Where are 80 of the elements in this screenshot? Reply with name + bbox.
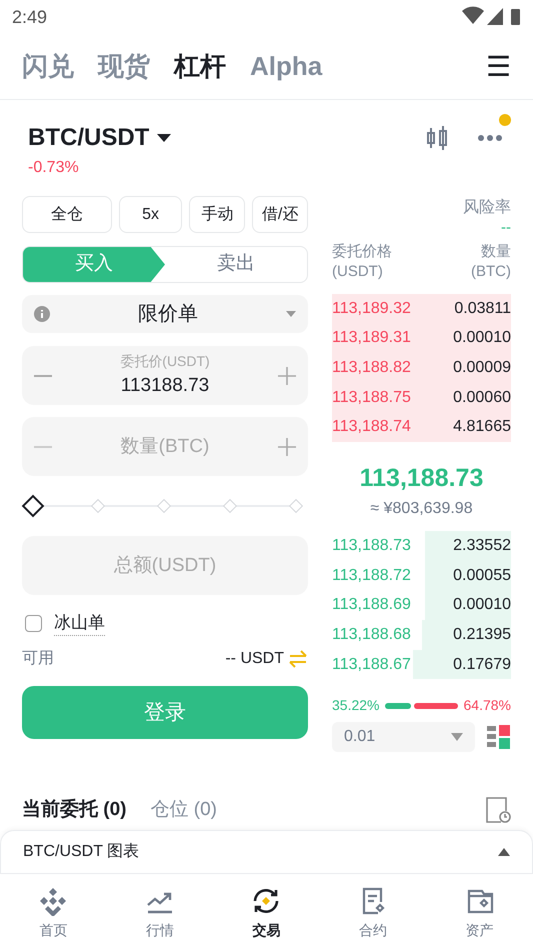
price-column-header: 委托价格 bbox=[332, 242, 392, 262]
transfer-icon[interactable] bbox=[288, 650, 308, 668]
mode-button[interactable]: 借/还 bbox=[252, 196, 308, 233]
price-column-unit: (USDT) bbox=[332, 262, 384, 282]
nav-tab[interactable]: 首页 bbox=[13, 886, 94, 941]
sell-ratio: 64.78% bbox=[464, 696, 511, 716]
quantity-input[interactable]: 数量(BTC) bbox=[52, 417, 278, 476]
iceberg-label: 冰山单 bbox=[54, 610, 105, 636]
order-tab[interactable]: 当前委托 (0) bbox=[22, 796, 126, 825]
nav-tab[interactable]: 资产 bbox=[440, 886, 520, 941]
plus-icon[interactable] bbox=[278, 366, 296, 384]
minus-icon[interactable] bbox=[34, 374, 52, 376]
ask-amount: 0.00060 bbox=[453, 388, 511, 408]
last-price: 113,188.73 bbox=[360, 462, 484, 494]
bid-price[interactable]: 113,188.73 bbox=[332, 534, 411, 558]
quantity-field[interactable]: 数量(BTC) bbox=[22, 417, 308, 476]
available-value: -- USDT bbox=[225, 649, 284, 669]
risk-value: -- bbox=[501, 220, 511, 236]
bid-amount: 0.00055 bbox=[453, 566, 511, 586]
bid-price[interactable]: 113,188.68 bbox=[332, 623, 411, 648]
order-tab[interactable]: 仓位 (0) bbox=[150, 796, 217, 825]
chart-toggle-bar[interactable]: BTC/USDT 图表 bbox=[0, 830, 533, 874]
amount-column-header: 数量 bbox=[481, 242, 511, 262]
caret-icon bbox=[451, 733, 463, 742]
bid-price[interactable]: 113,188.69 bbox=[332, 593, 411, 618]
bid-price[interactable]: 113,188.67 bbox=[332, 652, 411, 677]
ask-amount: 4.81665 bbox=[453, 417, 511, 438]
status-icons bbox=[461, 6, 521, 28]
price-label: 委托价(USDT) bbox=[120, 352, 210, 371]
ask-price[interactable]: 113,188.82 bbox=[332, 356, 411, 380]
precision-dropdown[interactable]: 0.01 bbox=[332, 722, 475, 752]
more-icon[interactable] bbox=[477, 134, 503, 142]
price-change: -0.73% bbox=[28, 158, 80, 178]
top-tab[interactable]: 闪兑 bbox=[22, 47, 74, 86]
nav-tab[interactable]: 行情 bbox=[120, 886, 200, 941]
bid-amount: 0.17679 bbox=[453, 654, 511, 675]
info-icon bbox=[34, 306, 50, 322]
side-tab[interactable]: 买入 bbox=[23, 247, 165, 282]
plus-icon[interactable] bbox=[278, 438, 296, 456]
ask-amount: 0.00010 bbox=[453, 328, 511, 348]
bid-amount: 2.33552 bbox=[453, 536, 511, 556]
side-tab[interactable]: 卖出 bbox=[165, 247, 307, 282]
bid-price[interactable]: 113,188.72 bbox=[332, 564, 411, 588]
bid-amount: 0.00010 bbox=[453, 595, 511, 616]
diamond-logo-icon bbox=[38, 886, 68, 916]
ask-amount: 0.03811 bbox=[454, 298, 511, 319]
caret-up-icon bbox=[498, 848, 510, 856]
top-tab[interactable]: 杠杆 bbox=[174, 47, 226, 86]
nav-tab[interactable]: 交易 bbox=[226, 886, 306, 941]
order-type-dropdown[interactable]: 限价单 bbox=[22, 295, 308, 333]
ask-price[interactable]: 113,189.31 bbox=[332, 326, 411, 350]
pair-title[interactable]: BTC/USDT bbox=[28, 120, 150, 156]
layout-toggle-icon[interactable] bbox=[487, 725, 511, 750]
price-value: 113188.73 bbox=[120, 374, 210, 398]
price-field[interactable]: 委托价(USDT) 113188.73 bbox=[22, 346, 308, 405]
status-time: 2:49 bbox=[12, 6, 48, 28]
amount-column-unit: (BTC) bbox=[471, 262, 511, 282]
available-label: 可用 bbox=[22, 649, 54, 669]
ask-price[interactable]: 113,188.74 bbox=[332, 415, 411, 440]
candlestick-icon[interactable] bbox=[425, 124, 449, 152]
nav-tab[interactable]: 合约 bbox=[333, 886, 414, 941]
bid-amount: 0.21395 bbox=[453, 625, 511, 646]
mode-button[interactable]: 全仓 bbox=[22, 196, 112, 233]
risk-label: 风险率 bbox=[463, 198, 511, 218]
iceberg-checkbox[interactable] bbox=[25, 614, 42, 632]
mode-button[interactable]: 5x bbox=[118, 196, 182, 233]
top-tab[interactable]: Alpha bbox=[250, 47, 322, 86]
last-price-cny: ≈ ¥803,639.98 bbox=[370, 499, 473, 520]
buy-ratio: 35.22% bbox=[332, 696, 380, 716]
login-button[interactable]: 登录 bbox=[22, 686, 308, 739]
caret-icon[interactable] bbox=[157, 133, 172, 143]
ask-price[interactable]: 113,189.32 bbox=[332, 296, 411, 321]
mode-button[interactable]: 手动 bbox=[189, 196, 246, 233]
order-history-icon[interactable] bbox=[485, 796, 511, 824]
top-tab[interactable]: 现货 bbox=[98, 47, 150, 86]
total-field[interactable]: 总额(USDT) bbox=[22, 536, 308, 595]
ask-price[interactable]: 113,188.75 bbox=[332, 386, 411, 410]
caret-icon bbox=[286, 311, 296, 317]
minus-icon[interactable] bbox=[34, 446, 52, 448]
ask-amount: 0.00009 bbox=[453, 358, 511, 378]
